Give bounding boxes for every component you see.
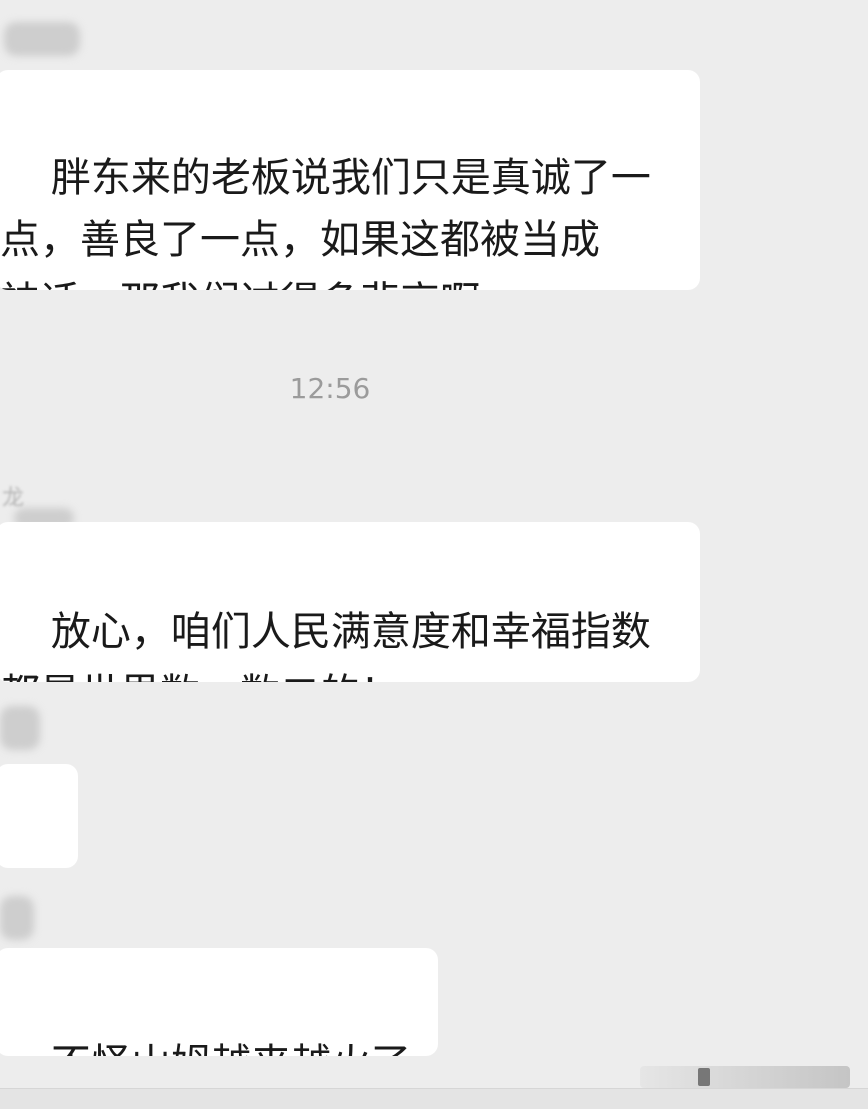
timestamp: 12:56	[289, 372, 371, 405]
message-text: 胖东来的老板说我们只是真诚了一 点，善良了一点，如果这都被当成 神话，那我们过得…	[0, 155, 651, 290]
bottom-bar	[0, 1088, 868, 1109]
message-bubble-4[interactable]: 不怪山姆越来越火了	[0, 948, 438, 1056]
blurred-sender-name	[0, 706, 40, 750]
blurred-sender-name	[4, 22, 80, 56]
message-bubble-3[interactable]	[0, 764, 78, 868]
watermark-icon	[698, 1068, 710, 1086]
chat-thread: 胖东来的老板说我们只是真诚了一 点，善良了一点，如果这都被当成 神话，那我们过得…	[0, 0, 868, 1109]
message-text: 不怪山姆越来越火了	[51, 1041, 411, 1056]
watermark	[640, 1066, 850, 1088]
message-bubble-2[interactable]: 放心，咱们人民满意度和幸福指数 都是世界数一数二的！	[0, 522, 700, 682]
message-bubble-1[interactable]: 胖东来的老板说我们只是真诚了一 点，善良了一点，如果这都被当成 神话，那我们过得…	[0, 70, 700, 290]
message-text: 放心，咱们人民满意度和幸福指数 都是世界数一数二的！	[0, 609, 651, 682]
blurred-sender-name	[0, 896, 34, 940]
